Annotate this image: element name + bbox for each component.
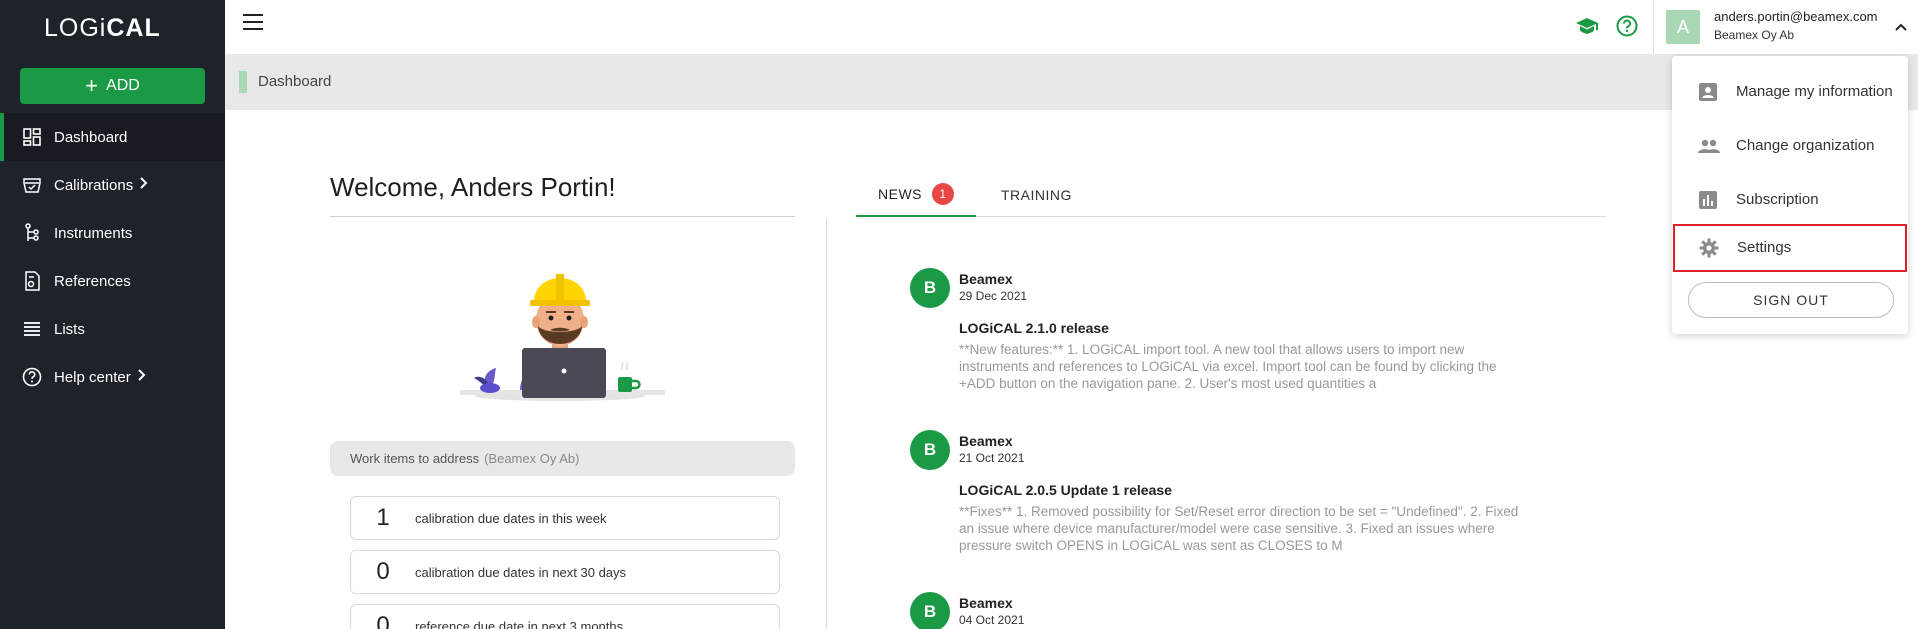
sidebar-item-label: References	[54, 272, 131, 290]
work-item-count: 0	[376, 558, 390, 585]
worker-illustration	[450, 250, 680, 410]
avatar: A	[1666, 10, 1700, 44]
news-body: **Fixes** 1. Removed possibility for Set…	[959, 504, 1519, 553]
divider	[330, 216, 795, 217]
work-items-header: Work items to address (Beamex Oy Ab)	[330, 441, 795, 476]
menu-item-label: Settings	[1737, 239, 1792, 256]
sidebar-item-label: Help center	[54, 368, 131, 386]
top-bar: A anders.portin@beamex.com Beamex Oy Ab	[225, 0, 1918, 54]
sidebar-nav: Dashboard Calibrations Instruments Refer…	[0, 113, 225, 401]
work-item[interactable]: 1 calibration due dates in this week	[350, 496, 780, 540]
sidebar-item-label: Dashboard	[54, 128, 128, 146]
bar-chart-icon	[1698, 190, 1718, 210]
sidebar-item-label: Lists	[54, 320, 85, 338]
chevron-right-icon	[139, 176, 149, 194]
work-item-count: 1	[376, 504, 390, 531]
work-item-label: reference due date in next 3 months	[415, 618, 624, 629]
work-items-title: Work items to address	[350, 451, 480, 466]
user-menu-trigger[interactable]: A anders.portin@beamex.com Beamex Oy Ab	[1653, 0, 1918, 54]
work-item[interactable]: 0 reference due date in next 3 months	[350, 604, 780, 629]
help-circle-icon[interactable]	[1615, 14, 1639, 38]
news-title[interactable]: LOGiCAL 2.1.0 release	[959, 320, 1109, 336]
sidebar-item-lists[interactable]: Lists	[0, 305, 225, 353]
news-author: Beamex	[959, 271, 1013, 287]
breadcrumb-marker	[239, 71, 247, 93]
sidebar-item-dashboard[interactable]: Dashboard	[0, 113, 225, 161]
logical-logo[interactable]: LOGiCAL	[44, 14, 161, 43]
add-button-label: ADD	[106, 77, 140, 94]
help-icon	[22, 367, 42, 387]
user-org: Beamex Oy Ab	[1714, 28, 1795, 42]
chevron-up-icon	[1894, 20, 1908, 34]
news-body: **New features:** 1. LOGiCAL import tool…	[959, 342, 1497, 391]
sidebar-item-references[interactable]: References	[0, 257, 225, 305]
menu-item-settings[interactable]: Settings	[1673, 224, 1907, 272]
breadcrumb-current: Dashboard	[258, 73, 332, 90]
calibrations-icon	[22, 175, 42, 195]
news-tabs: NEWS 1 TRAINING	[856, 172, 1606, 217]
work-item[interactable]: 0 calibration due dates in next 30 days	[350, 550, 780, 594]
work-item-count: 0	[376, 612, 390, 629]
news-date: 21 Oct 2021	[959, 451, 1025, 465]
news-author: Beamex	[959, 433, 1013, 449]
menu-toggle-icon[interactable]	[243, 14, 263, 32]
sidebar-item-instruments[interactable]: Instruments	[0, 209, 225, 257]
news-author-avatar: B	[910, 430, 950, 470]
sidebar-item-label: Calibrations	[54, 176, 134, 194]
breadcrumb: Dashboard	[225, 54, 1918, 110]
news-author-avatar: B	[910, 592, 950, 629]
news-title[interactable]: LOGiCAL 2.0.5 Update 1 release	[959, 482, 1172, 498]
menu-item-label: Manage my information	[1736, 83, 1893, 100]
menu-item-subscription[interactable]: Subscription	[1672, 176, 1908, 224]
menu-item-label: Subscription	[1736, 191, 1819, 208]
chevron-right-icon	[137, 368, 147, 386]
add-button[interactable]: + ADD	[20, 68, 205, 104]
news-author: Beamex	[959, 595, 1013, 611]
account-box-icon	[1698, 82, 1718, 102]
gear-icon	[1699, 238, 1719, 258]
news-count-badge: 1	[932, 182, 954, 205]
news-date: 04 Oct 2021	[959, 613, 1025, 627]
sidebar: LOGiCAL + ADD Dashboard Calibrations Ins…	[0, 0, 225, 629]
menu-item-change-organization[interactable]: Change organization	[1672, 122, 1908, 170]
training-cap-icon[interactable]	[1575, 14, 1599, 38]
work-item-label: calibration due dates in this week	[415, 510, 607, 526]
menu-item-manage-my-information[interactable]: Manage my information	[1672, 68, 1908, 116]
news-author-avatar: B	[910, 268, 950, 308]
tab-training-label: TRAINING	[1001, 186, 1072, 203]
sidebar-item-label: Instruments	[54, 224, 133, 242]
sign-out-button[interactable]: SIGN OUT	[1688, 282, 1894, 318]
instruments-icon	[22, 223, 42, 243]
user-email: anders.portin@beamex.com	[1714, 9, 1878, 24]
dashboard-icon	[22, 127, 42, 147]
news-date: 29 Dec 2021	[959, 289, 1028, 303]
tab-news[interactable]: NEWS 1	[856, 172, 976, 217]
list-icon	[22, 319, 42, 339]
plus-icon: +	[85, 73, 99, 98]
tab-news-label: NEWS	[878, 185, 922, 202]
tab-training[interactable]: TRAINING	[1001, 172, 1072, 217]
column-divider	[826, 220, 827, 629]
menu-item-label: Change organization	[1736, 137, 1875, 154]
user-dropdown-menu: Manage my information Change organizatio…	[1672, 56, 1908, 334]
references-icon	[22, 271, 42, 291]
sidebar-item-help-center[interactable]: Help center	[0, 353, 225, 401]
sidebar-item-calibrations[interactable]: Calibrations	[0, 161, 225, 209]
people-icon	[1698, 136, 1720, 156]
work-items-org: (Beamex Oy Ab)	[484, 451, 580, 466]
work-item-label: calibration due dates in next 30 days	[415, 564, 627, 580]
page-title: Welcome, Anders Portin!	[330, 172, 616, 202]
